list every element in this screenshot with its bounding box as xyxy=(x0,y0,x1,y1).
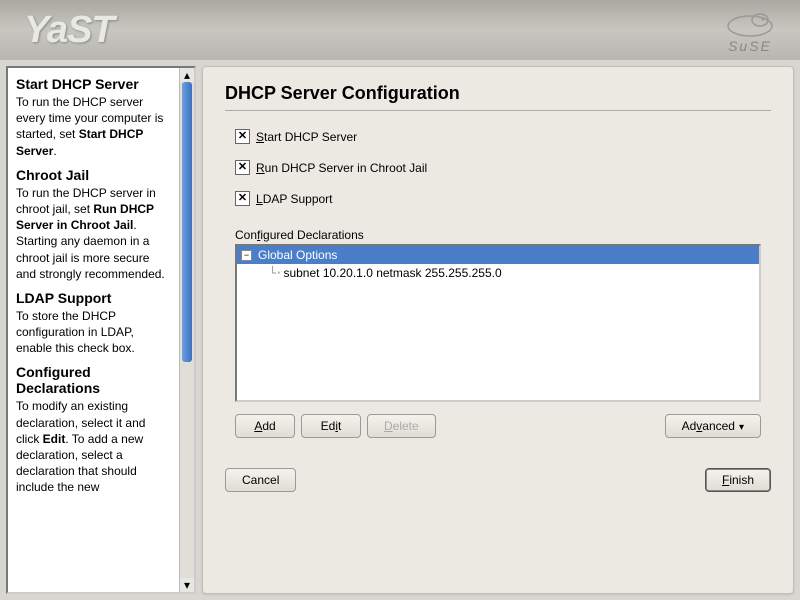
scroll-up-arrow[interactable]: ▴ xyxy=(180,68,194,82)
chevron-down-icon: ▾ xyxy=(739,422,744,433)
title-divider xyxy=(225,110,771,111)
add-button[interactable]: Add xyxy=(235,414,295,438)
help-text: To store the DHCP configuration in LDAP,… xyxy=(16,308,172,357)
checkbox-icon: ✕ xyxy=(235,129,250,144)
tree-row[interactable]: −Global Options xyxy=(237,246,759,264)
checkbox-label: Start DHCP Server xyxy=(256,130,357,144)
finish-button[interactable]: Finish xyxy=(705,468,771,492)
help-text: To run the DHCP server in chroot jail, s… xyxy=(16,185,172,282)
tree-collapse-icon[interactable]: − xyxy=(241,250,252,261)
tree-row[interactable]: └·subnet 10.20.1.0 netmask 255.255.255.0 xyxy=(237,264,759,282)
checkbox-label: Run DHCP Server in Chroot Jail xyxy=(256,161,427,175)
start-dhcp-checkbox[interactable]: ✕ Start DHCP Server xyxy=(235,129,771,144)
scroll-down-arrow[interactable]: ▾ xyxy=(180,578,194,592)
declarations-label: Configured Declarations xyxy=(235,228,771,242)
help-heading: Start DHCP Server xyxy=(16,76,172,92)
help-scrollbar[interactable]: ▴ ▾ xyxy=(179,68,194,592)
help-heading: Configured Declarations xyxy=(16,364,172,396)
help-panel: Start DHCP Server To run the DHCP server … xyxy=(6,66,196,594)
ldap-checkbox[interactable]: ✕ LDAP Support xyxy=(235,191,771,206)
main-panel: DHCP Server Configuration ✕ Start DHCP S… xyxy=(202,66,794,594)
tree-label: Global Options xyxy=(258,248,337,262)
help-heading: LDAP Support xyxy=(16,290,172,306)
page-title: DHCP Server Configuration xyxy=(225,83,771,104)
checkbox-icon: ✕ xyxy=(235,191,250,206)
checkbox-label: LDAP Support xyxy=(256,192,333,206)
checkbox-icon: ✕ xyxy=(235,160,250,175)
help-text: To run the DHCP server every time your c… xyxy=(16,94,172,159)
scroll-thumb[interactable] xyxy=(182,82,192,362)
cancel-button[interactable]: Cancel xyxy=(225,468,296,492)
declarations-tree[interactable]: −Global Options└·subnet 10.20.1.0 netmas… xyxy=(235,244,761,402)
tree-label: subnet 10.20.1.0 netmask 255.255.255.0 xyxy=(283,266,501,280)
chroot-checkbox[interactable]: ✕ Run DHCP Server in Chroot Jail xyxy=(235,160,771,175)
help-content: Start DHCP Server To run the DHCP server … xyxy=(16,76,172,496)
advanced-button[interactable]: Advanced▾ xyxy=(665,414,761,438)
help-text: To modify an existing declaration, selec… xyxy=(16,398,172,495)
help-heading: Chroot Jail xyxy=(16,167,172,183)
tree-branch-icon: └· xyxy=(269,266,281,280)
delete-button: Delete xyxy=(367,414,436,438)
app-header: YaST SuSE xyxy=(0,0,800,60)
suse-logo: SuSE xyxy=(720,8,780,54)
yast-logo: YaST xyxy=(24,9,114,52)
edit-button[interactable]: Edit xyxy=(301,414,361,438)
